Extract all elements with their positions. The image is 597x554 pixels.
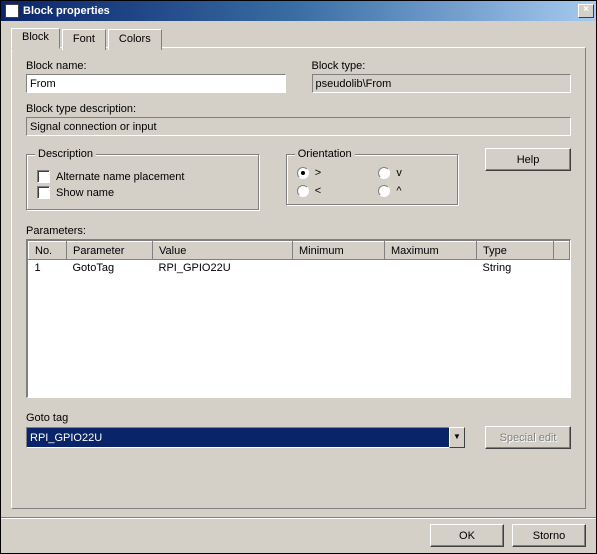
- name-type-row: Block name: Block type:: [26, 60, 571, 93]
- app-icon: [5, 4, 19, 18]
- col-no[interactable]: No.: [29, 242, 67, 260]
- parameters-table-wrap[interactable]: No. Parameter Value Minimum Maximum Type: [26, 239, 571, 398]
- dialog-footer: OK Storno: [1, 517, 596, 553]
- block-type-desc-input: [26, 117, 571, 136]
- cell-parameter: GotoTag: [67, 260, 153, 276]
- goto-tag-combo[interactable]: ▼: [26, 427, 465, 448]
- block-type-label: Block type:: [312, 60, 572, 72]
- orientation-up-radio[interactable]: [378, 185, 390, 197]
- col-parameter[interactable]: Parameter: [67, 242, 153, 260]
- ok-button[interactable]: OK: [430, 524, 504, 547]
- window-title: Block properties: [23, 5, 578, 17]
- cell-minimum: [293, 260, 385, 276]
- col-maximum[interactable]: Maximum: [385, 242, 477, 260]
- tab-colors[interactable]: Colors: [108, 29, 162, 50]
- help-button[interactable]: Help: [485, 148, 571, 171]
- parameters-label: Parameters:: [26, 225, 571, 237]
- orientation-left-label: <: [315, 185, 321, 197]
- show-name-checkbox[interactable]: [37, 186, 50, 199]
- goto-tag-input[interactable]: [26, 427, 449, 448]
- type-desc-row: Block type description:: [26, 103, 571, 136]
- cell-type: String: [477, 260, 554, 276]
- alternate-name-label: Alternate name placement: [56, 171, 184, 183]
- cell-no: 1: [29, 260, 67, 276]
- client-area: Block Font Colors Block name: Block type…: [1, 21, 596, 517]
- tab-block[interactable]: Block: [11, 28, 60, 49]
- parameters-section: Parameters: No. Parameter Value Minimum …: [26, 225, 571, 398]
- orientation-down-label: v: [396, 167, 402, 179]
- orientation-left-radio[interactable]: [297, 185, 309, 197]
- cell-value: RPI_GPIO22U: [153, 260, 293, 276]
- orientation-group: Orientation > v < ^: [286, 154, 459, 206]
- description-group: Description Alternate name placement Sho…: [26, 154, 260, 211]
- cell-maximum: [385, 260, 477, 276]
- special-edit-button: Special edit: [485, 426, 571, 449]
- col-minimum[interactable]: Minimum: [293, 242, 385, 260]
- orientation-group-title: Orientation: [295, 148, 355, 160]
- block-name-label: Block name:: [26, 60, 286, 72]
- goto-tag-label: Goto tag: [26, 412, 571, 424]
- col-spacer: [554, 242, 570, 260]
- col-type[interactable]: Type: [477, 242, 554, 260]
- description-group-title: Description: [35, 148, 96, 160]
- table-row[interactable]: 1 GotoTag RPI_GPIO22U String: [29, 260, 570, 276]
- close-button[interactable]: ×: [578, 4, 594, 18]
- cancel-button[interactable]: Storno: [512, 524, 586, 547]
- alternate-name-checkbox[interactable]: [37, 170, 50, 183]
- table-header-row: No. Parameter Value Minimum Maximum Type: [29, 242, 570, 260]
- tab-page-block: Block name: Block type: Block type descr…: [11, 47, 586, 509]
- block-name-input[interactable]: [26, 74, 286, 93]
- show-name-label: Show name: [56, 187, 114, 199]
- goto-tag-dropdown-button[interactable]: ▼: [449, 427, 465, 448]
- orientation-right-label: >: [315, 167, 321, 179]
- titlebar[interactable]: Block properties ×: [1, 1, 596, 21]
- orientation-right-radio[interactable]: [297, 167, 309, 179]
- goto-tag-section: Goto tag ▼ Special edit: [26, 412, 571, 449]
- desc-orient-row: Description Alternate name placement Sho…: [26, 148, 571, 211]
- parameters-table: No. Parameter Value Minimum Maximum Type: [28, 241, 570, 276]
- block-type-input: [312, 74, 572, 93]
- orientation-down-radio[interactable]: [378, 167, 390, 179]
- col-value[interactable]: Value: [153, 242, 293, 260]
- orientation-up-label: ^: [396, 185, 401, 197]
- block-type-desc-label: Block type description:: [26, 103, 571, 115]
- tabs: Block Font Colors: [11, 27, 586, 48]
- dialog-window: Block properties × Block Font Colors Blo…: [0, 0, 597, 554]
- tab-font[interactable]: Font: [62, 29, 106, 50]
